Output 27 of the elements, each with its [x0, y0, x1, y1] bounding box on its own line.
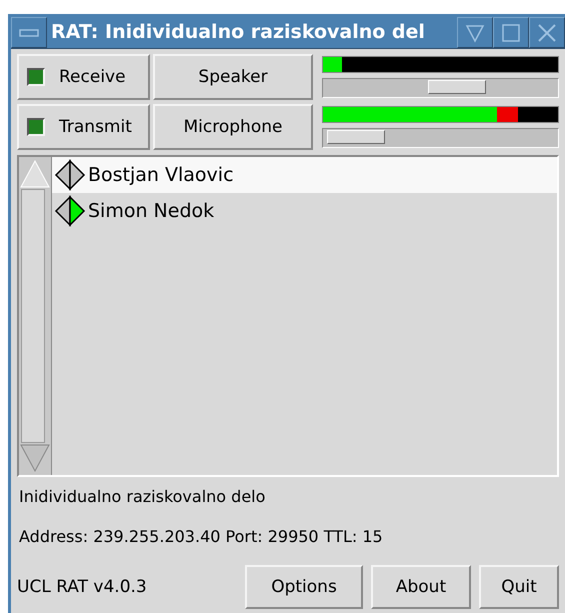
footer-button[interactable]: About — [371, 565, 471, 609]
volume-slider[interactable] — [322, 78, 559, 98]
close-button[interactable] — [529, 17, 565, 48]
slider-thumb[interactable] — [326, 130, 385, 144]
close-icon — [537, 22, 557, 42]
shade-button[interactable] — [457, 17, 493, 48]
maximize-button[interactable] — [493, 17, 529, 48]
device-button[interactable]: Speaker — [153, 54, 313, 100]
version-label: UCL RAT v4.0.3 — [17, 577, 148, 597]
participant-item[interactable]: Bostjan Vlaovic — [52, 157, 557, 193]
session-details: Address: 239.255.203.40 Port: 29950 TTL: 15 — [18, 526, 384, 548]
dash-icon — [19, 28, 39, 36]
window-title: RAT: Inidividualno raziskovalno del — [50, 20, 426, 45]
triangle-icon — [465, 22, 485, 42]
toggle-button[interactable]: Receive — [17, 54, 150, 100]
footer-button[interactable]: Quit — [479, 565, 559, 609]
window-menu-button[interactable] — [11, 17, 47, 48]
square-icon — [501, 22, 521, 42]
participant-name: Bostjan Vlaovic — [88, 164, 234, 186]
volume-slider[interactable] — [322, 128, 559, 148]
footer-button[interactable]: Options — [245, 565, 363, 609]
session-title: Inidividualno raziskovalno delo — [18, 486, 266, 508]
participant-name: Simon Nedok — [88, 200, 214, 222]
toggle-button[interactable]: Transmit — [17, 104, 150, 150]
device-button[interactable]: Microphone — [153, 104, 313, 150]
participant-item[interactable]: Simon Nedok — [52, 193, 557, 229]
slider-thumb[interactable] — [428, 80, 486, 94]
